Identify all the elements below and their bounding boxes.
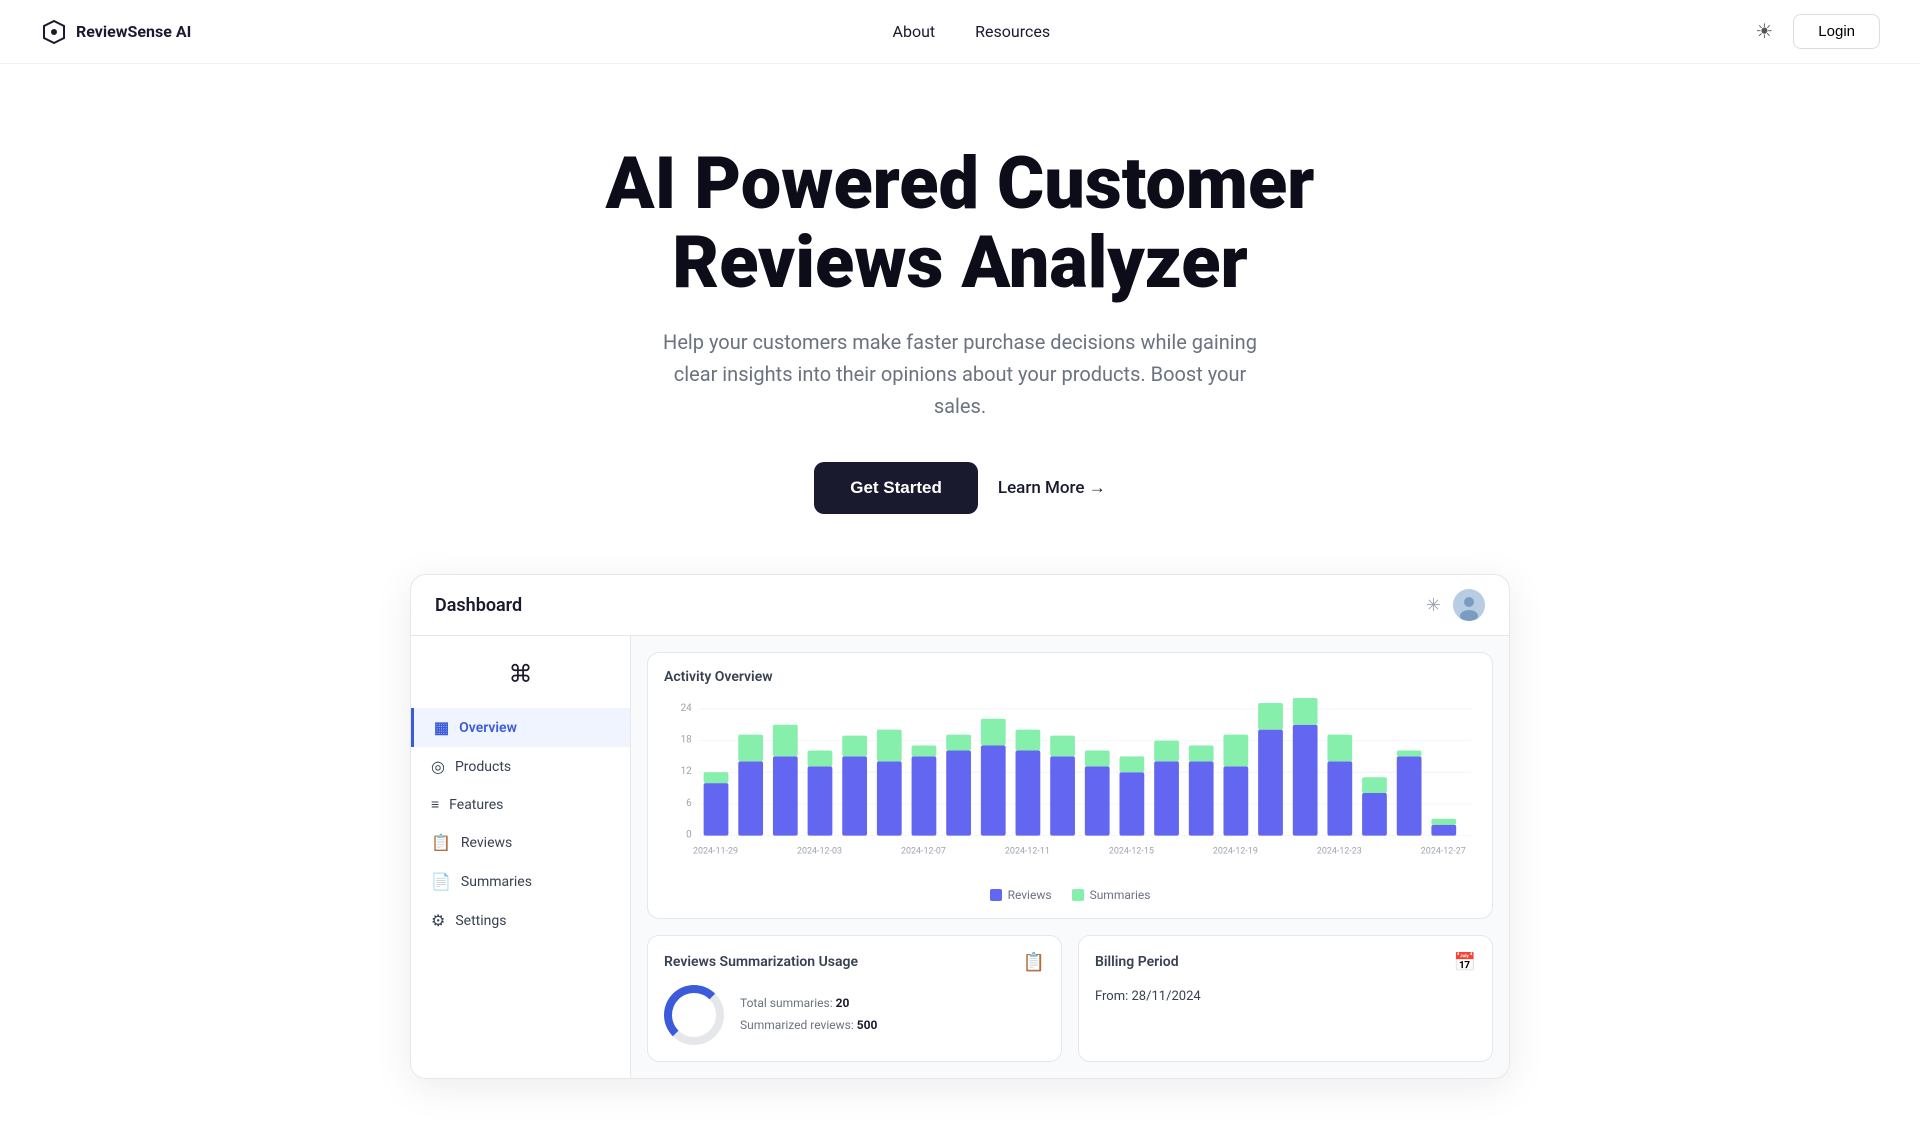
svg-text:2024-12-03: 2024-12-03 (797, 847, 842, 857)
sidebar-label-summaries: Summaries (461, 874, 532, 890)
sidebar-label-overview: Overview (459, 720, 517, 736)
activity-chart-card: Activity Overview 24 18 12 6 0 (647, 652, 1493, 918)
nav-about[interactable]: About (893, 22, 936, 41)
sidebar-label-products: Products (455, 759, 511, 775)
svg-text:2024-12-07: 2024-12-07 (901, 847, 946, 857)
bottom-cards: Reviews Summarization Usage 📋 Total summ… (647, 935, 1493, 1062)
billing-card-header: Billing Period 📅 (1095, 952, 1476, 973)
bar-chart-container: 24 18 12 6 0 (664, 697, 1476, 879)
summaries-icon: 📄 (431, 872, 451, 891)
dashboard-window: Dashboard ✳ ⌘ ▦ (410, 574, 1510, 1078)
theme-toggle-button[interactable]: ☀ (1751, 15, 1777, 48)
total-summaries-value: 20 (836, 996, 850, 1010)
brand-name: ReviewSense AI (76, 22, 191, 41)
sidebar-label-reviews: Reviews (461, 835, 512, 851)
sidebar-item-products[interactable]: ◎ Products (411, 747, 630, 786)
usage-card-header: Reviews Summarization Usage 📋 (664, 952, 1045, 973)
dashboard-theme-icon[interactable]: ✳ (1426, 595, 1441, 616)
user-avatar[interactable] (1453, 589, 1485, 621)
summarized-reviews-row: Summarized reviews: 500 (740, 1015, 877, 1037)
sidebar-label-features: Features (449, 797, 503, 813)
dashboard-header-right: ✳ (1426, 589, 1485, 621)
svg-text:2024-12-15: 2024-12-15 (1109, 847, 1154, 857)
dashboard-title: Dashboard (435, 595, 522, 616)
legend-summaries-label: Summaries (1090, 888, 1151, 902)
sidebar-logo: ⌘ (411, 652, 630, 708)
sidebar-label-settings: Settings (455, 913, 506, 929)
legend-reviews: Reviews (990, 888, 1052, 902)
sidebar-logo-icon: ⌘ (509, 660, 533, 688)
svg-text:0: 0 (686, 830, 692, 841)
billing-card: Billing Period 📅 From: 28/11/2024 (1078, 935, 1493, 1062)
dashboard-preview: Dashboard ✳ ⌘ ▦ (0, 574, 1920, 1138)
nav-links: About Resources (893, 22, 1051, 41)
chart-title: Activity Overview (664, 669, 1476, 685)
legend-summaries-dot (1072, 889, 1084, 901)
features-icon: ≡ (431, 796, 439, 813)
dashboard-header: Dashboard ✳ (411, 575, 1509, 636)
legend-reviews-label: Reviews (1008, 888, 1052, 902)
sidebar-item-settings[interactable]: ⚙ Settings (411, 901, 630, 940)
usage-card-icon: 📋 (1023, 952, 1045, 973)
billing-from-label: From: (1095, 989, 1128, 1004)
brand-icon (40, 18, 68, 46)
summarized-reviews-value: 500 (857, 1018, 878, 1032)
products-icon: ◎ (431, 757, 445, 776)
dashboard-main: Activity Overview 24 18 12 6 0 (631, 636, 1509, 1077)
dashboard-body: ⌘ ▦ Overview ◎ Products ≡ Features 📋 Rev… (411, 636, 1509, 1077)
svg-text:2024-12-11: 2024-12-11 (1005, 847, 1050, 857)
svg-text:12: 12 (681, 767, 693, 778)
billing-card-title: Billing Period (1095, 954, 1179, 970)
sidebar-item-overview[interactable]: ▦ Overview (411, 708, 630, 747)
svg-text:2024-11-29: 2024-11-29 (693, 847, 738, 857)
billing-from-value: 28/11/2024 (1132, 989, 1201, 1004)
settings-icon: ⚙ (431, 911, 445, 930)
total-summaries-row: Total summaries: 20 (740, 993, 877, 1015)
svg-text:18: 18 (681, 735, 693, 746)
billing-from-row: From: 28/11/2024 (1095, 985, 1476, 1008)
svg-text:2024-12-27: 2024-12-27 (1421, 847, 1466, 857)
total-summaries-label: Total summaries: (740, 996, 833, 1010)
donut-chart (664, 985, 724, 1045)
hero-section: AI Powered Customer Reviews Analyzer Hel… (0, 64, 1920, 574)
svg-text:2024-12-19: 2024-12-19 (1213, 847, 1258, 857)
brand-logo[interactable]: ReviewSense AI (40, 18, 191, 46)
legend-summaries: Summaries (1072, 888, 1151, 902)
hero-actions: Get Started Learn More → (814, 462, 1105, 514)
usage-stats: Total summaries: 20 Summarized reviews: … (740, 993, 877, 1036)
hero-subtitle: Help your customers make faster purchase… (660, 326, 1260, 422)
chart-legend: Reviews Summaries (664, 888, 1476, 902)
sidebar-item-summaries[interactable]: 📄 Summaries (411, 862, 630, 901)
billing-info: From: 28/11/2024 (1095, 985, 1476, 1008)
svg-text:6: 6 (686, 798, 692, 809)
navbar: ReviewSense AI About Resources ☀ Login (0, 0, 1920, 64)
bar-chart-svg: 24 18 12 6 0 (664, 697, 1476, 875)
navbar-right: ☀ Login (1751, 14, 1880, 49)
login-button[interactable]: Login (1793, 14, 1880, 49)
donut-area: Total summaries: 20 Summarized reviews: … (664, 985, 1045, 1045)
sidebar-item-features[interactable]: ≡ Features (411, 786, 630, 823)
hero-title: AI Powered Customer Reviews Analyzer (510, 144, 1410, 302)
svg-text:2024-12-23: 2024-12-23 (1317, 847, 1362, 857)
overview-icon: ▦ (434, 718, 449, 737)
usage-card-title: Reviews Summarization Usage (664, 954, 858, 970)
svg-text:24: 24 (681, 703, 693, 714)
sidebar: ⌘ ▦ Overview ◎ Products ≡ Features 📋 Rev… (411, 636, 631, 1077)
reviews-icon: 📋 (431, 833, 451, 852)
usage-card: Reviews Summarization Usage 📋 Total summ… (647, 935, 1062, 1062)
get-started-button[interactable]: Get Started (814, 462, 978, 514)
sidebar-item-reviews[interactable]: 📋 Reviews (411, 823, 630, 862)
learn-more-link[interactable]: Learn More → (998, 478, 1106, 498)
nav-resources[interactable]: Resources (975, 22, 1050, 41)
legend-reviews-dot (990, 889, 1002, 901)
billing-card-icon: 📅 (1454, 952, 1476, 973)
summarized-reviews-label: Summarized reviews: (740, 1018, 854, 1032)
